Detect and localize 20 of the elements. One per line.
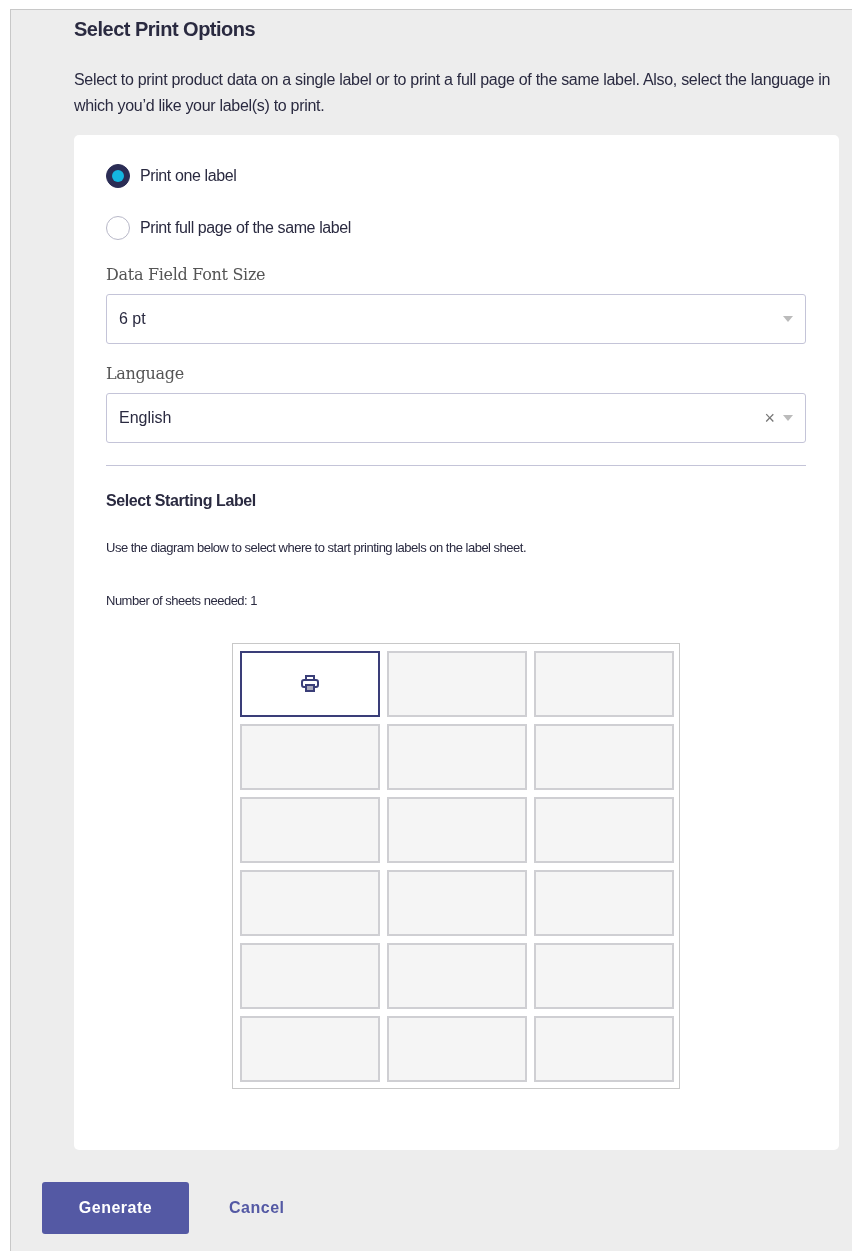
radio-option[interactable]: Print one label	[106, 163, 237, 189]
clear-icon[interactable]: ×	[764, 407, 775, 429]
sheets-count: Number of sheets needed: 1	[106, 593, 259, 608]
dropdown-field[interactable]: English ×	[106, 393, 806, 443]
dropdown-field[interactable]: 6 pt	[106, 294, 806, 344]
instructions: Use the diagram below to select where to start printing labels on the label sheet.	[106, 540, 528, 555]
description: Select to print product data on a single label or to print a full page of the same label. Also, select the language in which you’d like your label(s) to print.	[74, 70, 832, 116]
field-label: Data Field Font Size	[106, 265, 267, 284]
caret-icon	[783, 316, 793, 322]
section-heading: Select Starting Label	[106, 492, 257, 510]
generate-button[interactable]: Generate	[42, 1182, 189, 1234]
cancel-link[interactable]: Cancel	[229, 1199, 285, 1217]
caret-icon	[783, 415, 793, 421]
field-label: Language	[106, 364, 185, 383]
label-slot[interactable]	[240, 651, 380, 717]
section-title: Select Print Options	[74, 18, 257, 41]
radio-option[interactable]: Print full page of the same label	[106, 215, 351, 241]
printer-icon	[300, 675, 320, 693]
radio-icon[interactable]	[106, 164, 130, 188]
radio-icon[interactable]	[106, 216, 130, 240]
